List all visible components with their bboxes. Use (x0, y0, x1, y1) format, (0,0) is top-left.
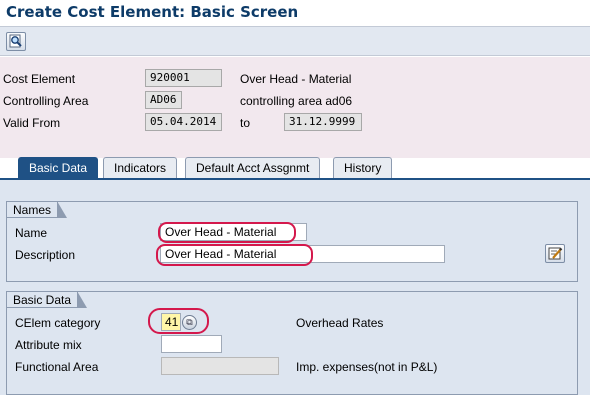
description-input[interactable]: Over Head - Material (160, 245, 445, 263)
cost-element-field[interactable]: 920001 (145, 69, 222, 87)
controlling-area-description: controlling area ad06 (240, 94, 353, 108)
window-title: Create Cost Element: Basic Screen (6, 3, 299, 21)
name-input[interactable]: Over Head - Material (160, 223, 307, 241)
valid-to-field[interactable]: 31.12.9999 (284, 113, 362, 131)
display-button[interactable] (6, 32, 26, 51)
edit-text-icon (548, 247, 563, 260)
magnifier-icon (9, 34, 22, 48)
tabstrip: Basic Data Indicators Default Acct Assgn… (0, 157, 590, 179)
celem-category-description: Overhead Rates (296, 316, 384, 330)
controlling-area-field[interactable]: AD06 (145, 91, 182, 109)
cost-element-description: Over Head - Material (240, 72, 352, 86)
attribute-mix-input[interactable] (161, 335, 222, 353)
celem-category-label: CElem category (15, 316, 101, 330)
description-label: Description (15, 248, 76, 262)
names-group-title: Names (6, 201, 68, 218)
basic-data-group: Basic Data CElem category 41 ⧉ Overhead … (6, 291, 578, 395)
celem-category-help-button[interactable]: ⧉ (182, 315, 197, 330)
application-toolbar (0, 26, 590, 56)
basic-data-group-title: Basic Data (6, 291, 88, 308)
name-label: Name (15, 226, 48, 240)
tab-indicators[interactable]: Indicators (103, 157, 178, 179)
tab-default-acct-assgnmt[interactable]: Default Acct Assgnmt (185, 157, 321, 179)
valid-from-label: Valid From (3, 116, 61, 130)
cost-element-label: Cost Element (3, 72, 76, 86)
tab-content-area: Names Name Over Head - Material Descript… (0, 178, 590, 395)
attribute-mix-label: Attribute mix (15, 338, 82, 352)
functional-area-field (161, 357, 279, 375)
celem-category-input[interactable]: 41 (161, 313, 181, 331)
tab-history[interactable]: History (333, 157, 393, 179)
value-help-icon: ⧉ (186, 317, 193, 327)
title-bar: Create Cost Element: Basic Screen (0, 0, 590, 26)
functional-area-description: Imp. expenses(not in P&L) (296, 360, 438, 374)
edit-text-button[interactable] (545, 244, 565, 263)
valid-to-label: to (240, 116, 251, 130)
valid-from-field[interactable]: 05.04.2014 (145, 113, 222, 131)
names-group: Names Name Over Head - Material Descript… (6, 201, 578, 282)
functional-area-label: Functional Area (15, 360, 99, 374)
tab-basic-data[interactable]: Basic Data (18, 157, 99, 179)
controlling-area-label: Controlling Area (3, 94, 89, 108)
